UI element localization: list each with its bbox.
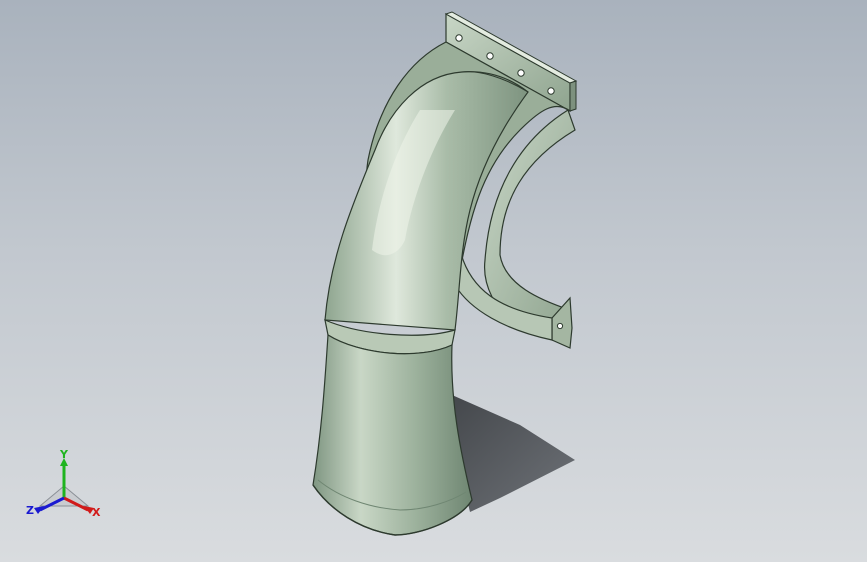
y-axis-label: Y	[59, 448, 69, 461]
bolt-hole-2[interactable]	[486, 52, 494, 60]
bottom-bolt-hole[interactable]	[556, 322, 564, 330]
lower-duct-section[interactable]	[312, 333, 473, 536]
z-axis-label: Z	[26, 504, 34, 517]
orientation-triad[interactable]: Y X Z	[22, 448, 106, 524]
graphics-viewport[interactable]: Y X Z	[0, 0, 867, 562]
bolt-hole-1[interactable]	[455, 34, 463, 42]
x-axis-label: X	[92, 506, 101, 519]
bolt-hole-4[interactable]	[547, 87, 555, 95]
bolt-hole-3[interactable]	[517, 69, 525, 77]
model-view[interactable]	[0, 0, 867, 562]
